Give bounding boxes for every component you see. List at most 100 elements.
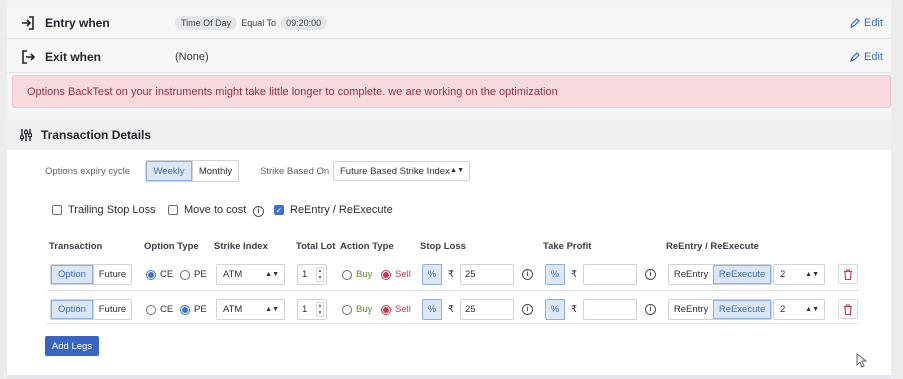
tp-rupee-button[interactable]: ₹	[566, 264, 582, 285]
sl-percent-button[interactable]: %	[422, 299, 442, 320]
mouse-pointer-icon	[856, 352, 868, 371]
action-sell-radio[interactable]: Sell	[381, 269, 411, 280]
strike-index-value: ATM	[223, 269, 243, 280]
col-reentry: ReEntry / ReExecute	[666, 241, 759, 252]
info-circle-icon[interactable]: i	[253, 206, 264, 217]
total-lot-input[interactable]: 1 ▲ ▼	[297, 264, 327, 285]
delete-leg-button[interactable]	[838, 299, 858, 319]
reentry-button[interactable]: ReEntry	[669, 300, 713, 319]
reentry-count-value: 2	[780, 269, 786, 280]
col-option-type: Option Type	[144, 241, 199, 252]
transaction-toggle: Option Future	[50, 299, 132, 320]
info-circle-icon[interactable]: i	[645, 269, 656, 280]
sl-percent-button[interactable]: %	[422, 264, 442, 285]
action-buy-radio[interactable]: Buy	[342, 304, 372, 315]
row-divider	[47, 290, 859, 291]
reentry-label: ReEntry / ReExecute	[290, 204, 393, 216]
total-lot-input[interactable]: 1 ▲ ▼	[297, 299, 327, 320]
reentry-count-select[interactable]: 2 ▲▼	[773, 299, 825, 320]
condition-operator: Equal To	[241, 18, 277, 28]
col-transaction: Transaction	[49, 241, 103, 252]
total-lot-value: 1	[302, 269, 308, 280]
radio-dot	[180, 269, 190, 280]
tp-rupee-button[interactable]: ₹	[566, 299, 582, 320]
pe-label: PE	[194, 269, 207, 280]
transaction-option-button[interactable]: Option	[51, 265, 93, 284]
option-ce-radio[interactable]: CE	[146, 304, 173, 315]
move-to-cost-checkbox[interactable]: Move to cost	[168, 204, 246, 216]
info-circle-icon[interactable]: i	[522, 304, 533, 315]
optimization-alert: Options BackTest on your instruments mig…	[12, 75, 891, 108]
reentry-count-select[interactable]: 2 ▲▼	[773, 264, 825, 285]
info-circle-icon[interactable]: i	[522, 269, 533, 280]
take-profit-input[interactable]	[583, 299, 637, 320]
stepper-icon[interactable]: ▲ ▼	[316, 302, 324, 317]
entry-edit-label: Edit	[864, 17, 883, 29]
sl-rupee-button[interactable]: ₹	[443, 264, 459, 285]
action-sell-radio[interactable]: Sell	[381, 304, 411, 315]
option-pe-radio[interactable]: PE	[180, 304, 207, 315]
transaction-future-button[interactable]: Future	[92, 300, 131, 319]
stepper-icon[interactable]: ▲ ▼	[316, 267, 324, 282]
transaction-option-button[interactable]: Option	[51, 300, 93, 319]
alert-message: Options BackTest on your instruments mig…	[27, 85, 558, 98]
trailing-stop-loss-checkbox[interactable]: Trailing Stop Loss	[52, 204, 156, 216]
add-legs-button[interactable]: Add Legs	[45, 336, 99, 356]
entry-edit-button[interactable]: Edit	[850, 17, 883, 29]
expiry-weekly-button[interactable]: Weekly	[146, 161, 192, 181]
expiry-label: Options expiry cycle	[45, 166, 131, 177]
info-circle-icon[interactable]: i	[645, 304, 656, 315]
reentry-button[interactable]: ReEntry	[669, 265, 713, 284]
reexecute-button[interactable]: ReExecute	[713, 300, 771, 319]
strike-index-select[interactable]: ATM ▲▼	[216, 299, 285, 320]
expiry-monthly-button[interactable]: Monthly	[192, 161, 238, 181]
total-lot-value: 1	[302, 304, 308, 315]
pe-label: PE	[194, 304, 207, 315]
trash-icon	[844, 268, 852, 280]
strike-index-select[interactable]: ATM ▲▼	[216, 264, 285, 285]
col-action-type: Action Type	[340, 241, 394, 252]
buy-label: Buy	[356, 269, 373, 280]
tp-percent-button[interactable]: %	[545, 264, 565, 285]
sell-label: Sell	[395, 269, 411, 280]
ce-label: CE	[160, 269, 174, 280]
radio-dot	[381, 304, 391, 315]
delete-leg-button[interactable]	[838, 264, 858, 284]
exit-edit-button[interactable]: Edit	[850, 51, 883, 63]
stop-loss-input[interactable]: 25	[460, 264, 514, 285]
col-stop-loss: Stop Loss	[420, 241, 466, 252]
panel-bottom-border	[7, 375, 891, 379]
stop-loss-input[interactable]: 25	[460, 299, 514, 320]
reexecute-button[interactable]: ReExecute	[713, 265, 771, 284]
entry-when-row: Entry when Time Of Day Equal To 09:20:00…	[7, 8, 891, 39]
sort-caret-icon: ▲▼	[265, 270, 279, 278]
reentry-checkbox[interactable]: ✓ ReEntry / ReExecute	[274, 204, 393, 216]
login-arrow-icon	[19, 14, 37, 32]
checkbox-box	[168, 205, 178, 215]
strike-based-select[interactable]: Future Based Strike Index ▲▼	[333, 161, 470, 181]
transaction-title: Transaction Details	[41, 128, 152, 142]
radio-dot	[342, 269, 352, 280]
reentry-count-value: 2	[780, 304, 786, 315]
reentry-toggle: ReEntry ReExecute	[668, 299, 772, 320]
radio-dot	[146, 269, 156, 280]
row-divider	[47, 323, 859, 324]
take-profit-input[interactable]	[583, 264, 637, 285]
option-pe-radio[interactable]: PE	[180, 269, 207, 280]
transaction-future-button[interactable]: Future	[92, 265, 131, 284]
radio-dot	[180, 304, 190, 315]
pencil-icon	[850, 18, 860, 28]
sort-caret-icon: ▲▼	[805, 305, 819, 313]
trash-icon	[844, 303, 852, 315]
col-take-profit: Take Profit	[543, 241, 592, 252]
stop-loss-value: 25	[465, 269, 476, 280]
reentry-toggle: ReEntry ReExecute	[668, 264, 772, 285]
action-buy-radio[interactable]: Buy	[342, 269, 372, 280]
sort-caret-icon: ▲▼	[265, 305, 279, 313]
stop-loss-value: 25	[465, 304, 476, 315]
sl-rupee-button[interactable]: ₹	[443, 299, 459, 320]
exit-edit-label: Edit	[864, 51, 883, 63]
exit-title: Exit when	[45, 50, 102, 64]
tp-percent-button[interactable]: %	[545, 299, 565, 320]
option-ce-radio[interactable]: CE	[146, 269, 173, 280]
